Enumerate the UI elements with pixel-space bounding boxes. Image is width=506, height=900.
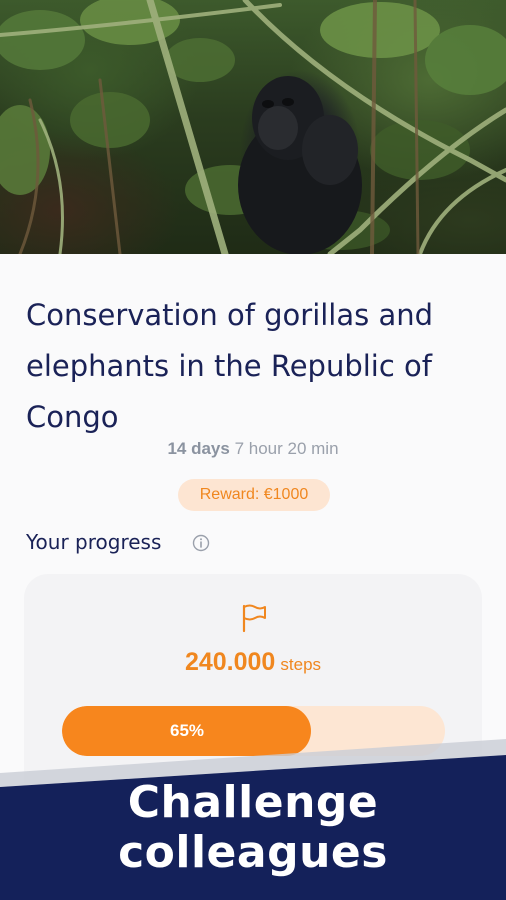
promo-banner-text: Challenge colleagues xyxy=(0,778,506,878)
progress-heading: Your progress xyxy=(26,530,162,554)
hero-photo xyxy=(0,0,506,254)
challenge-title: Conservation of gorillas and elephants i… xyxy=(26,298,434,434)
steps-count: 240.000 steps xyxy=(0,648,506,677)
duration-rest: 7 hour 20 min xyxy=(234,439,339,458)
banner-line-1: Challenge xyxy=(127,777,379,828)
forest-gorilla-illustration xyxy=(0,0,506,254)
info-icon[interactable] xyxy=(192,534,210,552)
challenge-duration: 14 days 7 hour 20 min xyxy=(0,439,506,459)
flag-icon xyxy=(242,604,266,633)
reward-badge: Reward: €1000 xyxy=(178,479,330,511)
duration-days: 14 days xyxy=(167,439,230,458)
steps-unit: steps xyxy=(280,655,322,674)
steps-value: 240.000 xyxy=(184,648,276,676)
banner-line-2: colleagues xyxy=(118,827,388,878)
